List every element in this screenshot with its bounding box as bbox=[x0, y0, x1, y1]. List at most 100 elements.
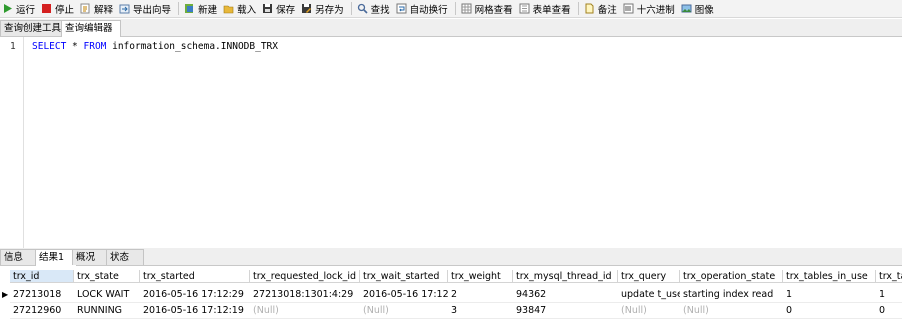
column-header-trx-requested-lock-id[interactable]: trx_requested_lock_id bbox=[250, 270, 360, 283]
table-cell[interactable]: 1 bbox=[783, 287, 876, 302]
keyword-select: SELECT bbox=[32, 41, 67, 52]
explain-label: 解释 bbox=[94, 4, 114, 16]
editor-tab-bar: 查询创建工具 查询编辑器 bbox=[0, 19, 902, 37]
column-header-trx-ta[interactable]: trx_ta bbox=[876, 270, 902, 283]
table-cell[interactable]: 27213018:1301:4:29 bbox=[250, 287, 360, 302]
save-as-label: 另存为 bbox=[315, 4, 344, 16]
grid-view-button[interactable]: 网格查看 bbox=[459, 1, 517, 16]
keyword-from: FROM bbox=[83, 41, 107, 52]
table-cell[interactable]: 27212960 bbox=[10, 303, 74, 318]
table-cell[interactable]: 1 bbox=[876, 287, 902, 302]
result-tab-bar: 信息 结果1 概况 状态 bbox=[0, 248, 902, 266]
table-cell[interactable]: 27213018 bbox=[10, 287, 74, 302]
tab-query-builder[interactable]: 查询创建工具 bbox=[0, 20, 66, 36]
column-header-trx-query[interactable]: trx_query bbox=[618, 270, 680, 283]
column-header-trx-tables-in-use[interactable]: trx_tables_in_use bbox=[783, 270, 876, 283]
image-label: 图像 bbox=[694, 4, 714, 16]
form-icon bbox=[519, 3, 530, 14]
hex-label: 十六进制 bbox=[636, 4, 675, 16]
table-cell[interactable]: starting index read bbox=[680, 287, 783, 302]
export-wizard-button[interactable]: 导出向导 bbox=[117, 1, 175, 16]
image-button[interactable]: 图像 bbox=[679, 1, 718, 16]
table-cell[interactable]: update t_user bbox=[618, 287, 680, 302]
load-label: 载入 bbox=[237, 4, 257, 16]
sql-code-line[interactable]: SELECT * FROM information_schema.INNODB_… bbox=[32, 41, 278, 52]
table-cell[interactable]: 2 bbox=[448, 287, 513, 302]
search-icon bbox=[357, 3, 368, 14]
line-gutter: 1 bbox=[0, 37, 24, 248]
column-header-trx-state[interactable]: trx_state bbox=[74, 270, 140, 283]
table-cell[interactable]: LOCK WAIT bbox=[74, 287, 140, 302]
table-cell[interactable]: (Null) bbox=[360, 303, 448, 318]
new-label: 新建 bbox=[198, 4, 218, 16]
column-header-trx-operation-state[interactable]: trx_operation_state bbox=[680, 270, 783, 283]
table-cell[interactable]: 2016-05-16 17:12:29 bbox=[360, 287, 448, 302]
tab-status[interactable]: 状态 bbox=[106, 249, 144, 265]
word-wrap-button[interactable]: 自动换行 bbox=[394, 1, 452, 16]
stop-button[interactable]: 停止 bbox=[39, 1, 78, 16]
column-header-trx-weight[interactable]: trx_weight bbox=[448, 270, 513, 283]
column-header-trx-started[interactable]: trx_started bbox=[140, 270, 250, 283]
sql-table-name: information_schema.INNODB_TRX bbox=[106, 41, 278, 52]
memo-button[interactable]: 备注 bbox=[582, 1, 621, 16]
form-view-button[interactable]: 表单查看 bbox=[517, 1, 575, 16]
save-icon bbox=[262, 3, 273, 14]
word-wrap-icon bbox=[396, 3, 407, 14]
save-label: 保存 bbox=[276, 4, 296, 16]
column-header-trx-wait-started[interactable]: trx_wait_started bbox=[360, 270, 448, 283]
sql-star: * bbox=[66, 41, 84, 52]
row-divider bbox=[10, 318, 902, 319]
table-cell[interactable]: (Null) bbox=[618, 303, 680, 318]
hex-icon bbox=[623, 3, 634, 14]
explain-button[interactable]: 解释 bbox=[78, 1, 117, 16]
hex-button[interactable]: 十六进制 bbox=[621, 1, 679, 16]
table-cell[interactable]: 94362 bbox=[513, 287, 618, 302]
run-label: 运行 bbox=[16, 4, 36, 16]
new-button[interactable]: 新建 bbox=[182, 1, 221, 16]
sql-editor[interactable]: 1 SELECT * FROM information_schema.INNOD… bbox=[0, 37, 902, 248]
column-header-trx-mysql-thread-id[interactable]: trx_mysql_thread_id bbox=[513, 270, 618, 283]
table-cell[interactable]: 93847 bbox=[513, 303, 618, 318]
new-query-icon bbox=[184, 3, 195, 14]
table-cell[interactable]: 0 bbox=[876, 303, 902, 318]
main-toolbar: 运行 停止 解释 导出向导 新建 载入 保存 另存为 查找 自动换行 网格查看 … bbox=[0, 0, 902, 18]
run-button[interactable]: 运行 bbox=[0, 1, 39, 16]
load-button[interactable]: 载入 bbox=[221, 1, 260, 16]
find-button[interactable]: 查找 bbox=[355, 1, 394, 16]
tab-info[interactable]: 信息 bbox=[0, 249, 38, 265]
grid-view-label: 网格查看 bbox=[474, 4, 513, 16]
table-cell[interactable]: 2016-05-16 17:12:29 bbox=[140, 287, 250, 302]
stop-label: 停止 bbox=[55, 4, 75, 16]
current-row-indicator: ▶ bbox=[2, 290, 9, 299]
stop-icon bbox=[41, 3, 52, 14]
column-header-trx-id[interactable]: trx_id bbox=[10, 270, 74, 283]
save-as-button[interactable]: 另存为 bbox=[299, 1, 348, 16]
table-cell[interactable]: 3 bbox=[448, 303, 513, 318]
form-view-label: 表单查看 bbox=[532, 4, 571, 16]
tab-profile[interactable]: 概况 bbox=[72, 249, 110, 265]
grid-icon bbox=[461, 3, 472, 14]
line-number: 1 bbox=[10, 41, 16, 52]
save-as-icon bbox=[301, 3, 312, 14]
image-icon bbox=[681, 3, 692, 14]
find-label: 查找 bbox=[370, 4, 390, 16]
memo-label: 备注 bbox=[597, 4, 617, 16]
export-icon bbox=[119, 3, 130, 14]
toolbar-divider bbox=[178, 2, 180, 15]
toolbar-divider bbox=[350, 2, 352, 15]
export-wizard-label: 导出向导 bbox=[133, 4, 172, 16]
table-cell[interactable]: 0 bbox=[783, 303, 876, 318]
result-grid[interactable]: trx_id trx_state trx_started trx_requested_… bbox=[0, 266, 902, 326]
play-icon bbox=[2, 3, 13, 14]
save-button[interactable]: 保存 bbox=[260, 1, 299, 16]
table-cell[interactable]: RUNNING bbox=[74, 303, 140, 318]
table-cell[interactable]: (Null) bbox=[250, 303, 360, 318]
gutter-divider bbox=[23, 37, 24, 248]
tab-result-1[interactable]: 结果1 bbox=[35, 249, 77, 266]
table-cell[interactable]: (Null) bbox=[680, 303, 783, 318]
table-cell[interactable]: 2016-05-16 17:12:19 bbox=[140, 303, 250, 318]
folder-icon bbox=[223, 3, 234, 14]
toolbar-divider bbox=[454, 2, 456, 15]
toolbar-divider bbox=[577, 2, 579, 15]
tab-query-editor[interactable]: 查询编辑器 bbox=[61, 20, 121, 37]
